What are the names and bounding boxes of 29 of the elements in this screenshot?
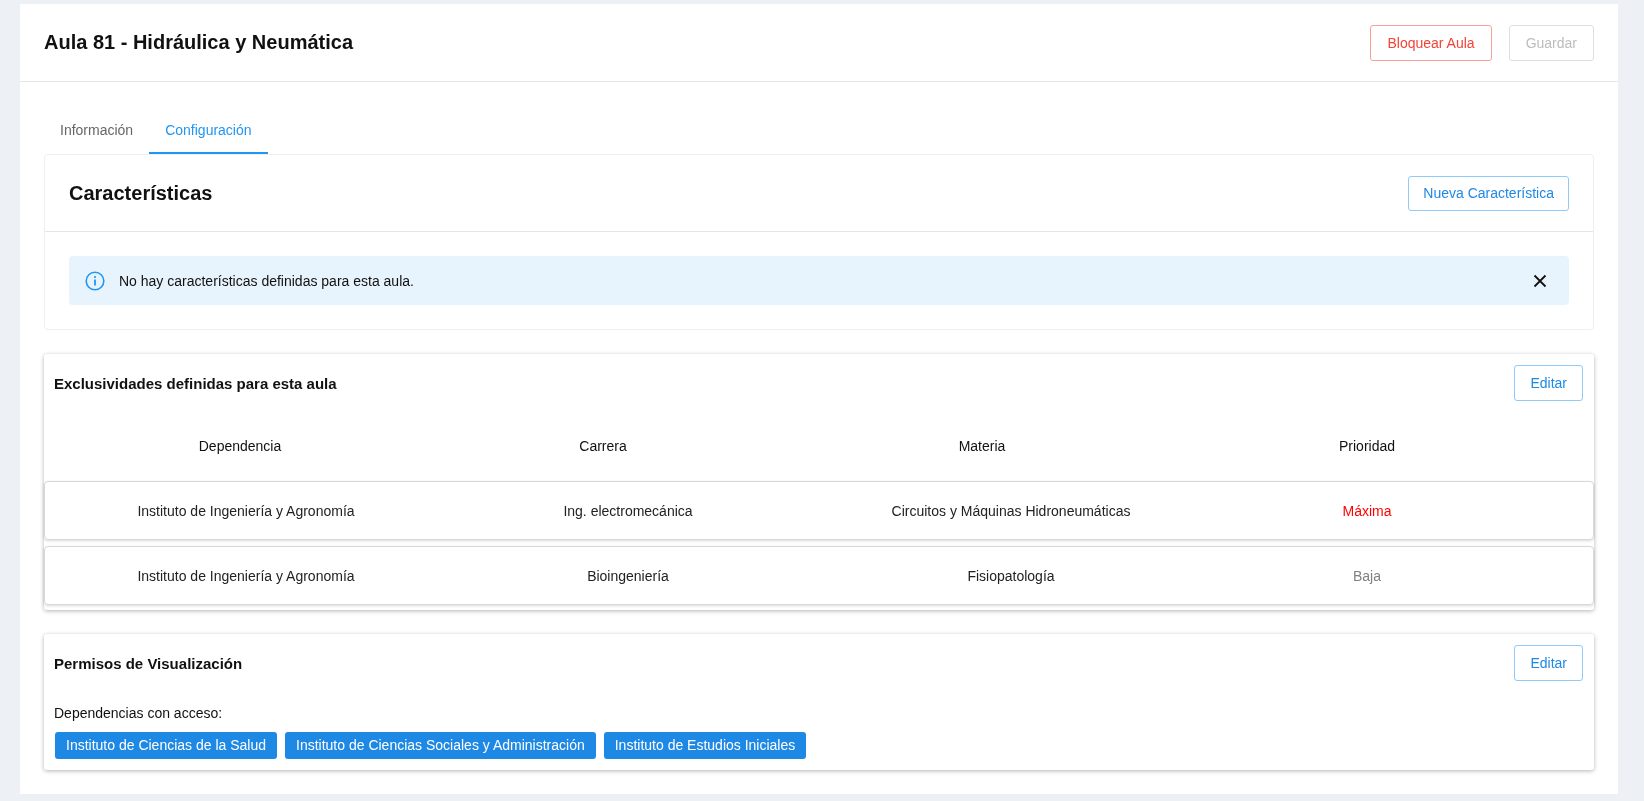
table-cell-text: Bioingeniería	[586, 567, 670, 584]
priority-cell-text: Baja	[1352, 567, 1382, 584]
edit-button[interactable]: Editar	[1514, 645, 1583, 681]
table-cell-text: Circuitos y Máquinas Hidroneumáticas	[890, 502, 1132, 519]
priority-cell-text: Máxima	[1341, 502, 1393, 519]
dependency-tag: Instituto de Ciencias Sociales y Administración	[285, 732, 596, 759]
column-header: Carrera	[578, 438, 628, 454]
table-cell-text: Instituto de Ingeniería y Agronomía	[136, 502, 356, 519]
page-title: Aula 81 - Hidráulica y Neumática	[44, 31, 353, 54]
info-icon	[85, 270, 105, 291]
column-header: Dependencia	[197, 438, 283, 454]
table-cell-text: Fisiopatología	[966, 567, 1056, 584]
column-header: Prioridad	[1338, 438, 1396, 454]
section-title: Características	[69, 181, 213, 205]
dependency-tag: Instituto de Ciencias de la Salud	[55, 732, 277, 759]
alert-message: No hay características definidas para esta aula.	[119, 272, 415, 289]
table-cell-text: Ing. electromecánica	[562, 502, 694, 519]
close-icon[interactable]	[1533, 273, 1547, 288]
section-title: Permisos de Visualización	[54, 654, 243, 672]
new-characteristic-button[interactable]: Nueva Característica	[1408, 175, 1569, 211]
column-header: Materia	[957, 438, 1007, 454]
dependency-tag: Instituto de Estudios Iniciales	[603, 732, 807, 759]
section-title: Exclusividades definidas para esta aula	[54, 374, 337, 392]
edit-button[interactable]: Editar	[1514, 365, 1583, 401]
tab[interactable]: Información	[44, 108, 150, 154]
table-cell-text: Instituto de Ingeniería y Agronomía	[136, 567, 356, 584]
lock-button[interactable]: Bloquear Aula	[1370, 24, 1492, 61]
tab[interactable]: Configuración	[149, 108, 268, 154]
access-label: Dependencias con acceso:	[54, 704, 224, 723]
